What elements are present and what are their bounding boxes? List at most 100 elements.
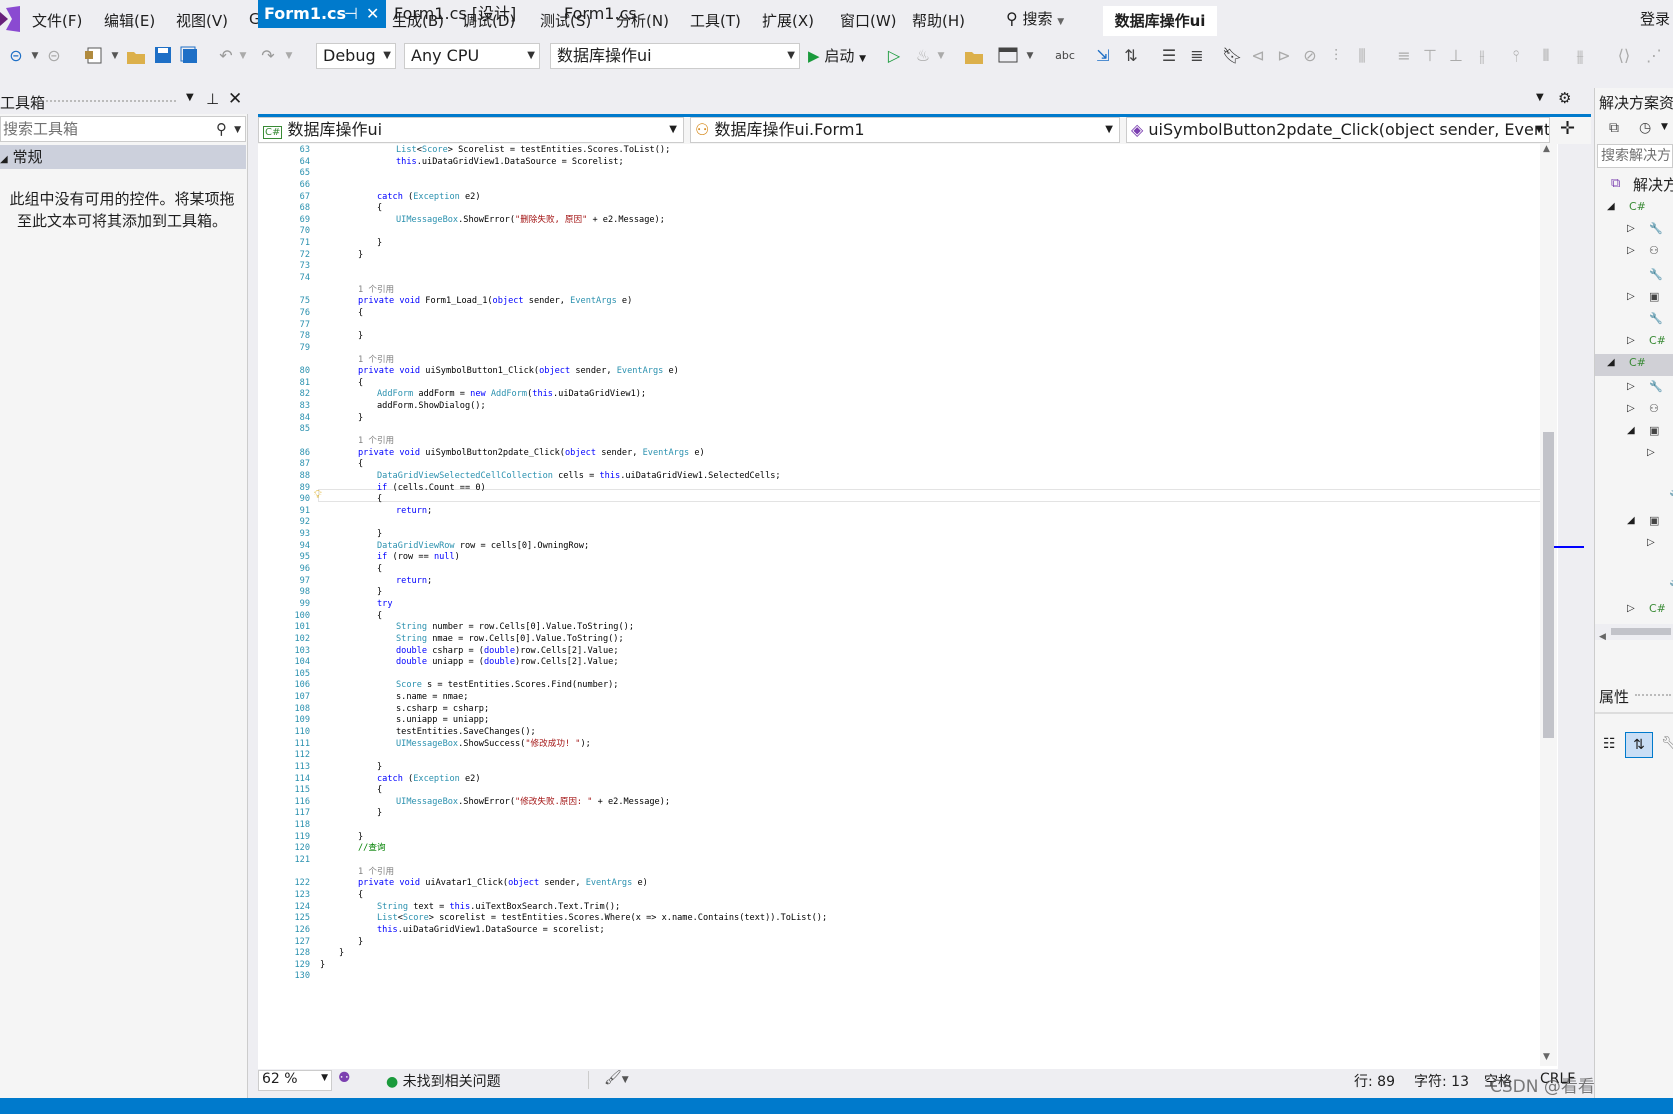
- code-line[interactable]: {: [358, 307, 363, 319]
- align-center-icon[interactable]: ⫼: [1352, 46, 1372, 66]
- expand-triangle-icon[interactable]: ◢: [1627, 515, 1635, 526]
- code-line[interactable]: {: [358, 377, 363, 389]
- code-line[interactable]: return;: [396, 505, 432, 517]
- reference-count-label[interactable]: 1 个引用: [358, 866, 394, 878]
- uncomment-lines-icon[interactable]: ≣: [1186, 46, 1208, 66]
- code-line[interactable]: }: [339, 947, 344, 959]
- menu-item[interactable]: 文件(F): [32, 10, 82, 31]
- solution-tree-node[interactable]: ▷ ⚇: [1595, 400, 1673, 422]
- code-editor[interactable]: [258, 144, 1558, 1078]
- code-line[interactable]: {: [377, 563, 382, 575]
- search-box[interactable]: ⚲ 搜索 ▼: [1006, 8, 1064, 32]
- visual-studio-logo-icon[interactable]: [0, 6, 20, 32]
- chevron-down-icon[interactable]: ▼: [1661, 122, 1668, 132]
- login-link[interactable]: 登录: [1640, 8, 1670, 29]
- menu-item[interactable]: 扩展(X): [762, 10, 814, 31]
- column-indicator[interactable]: 字符: 13: [1414, 1071, 1469, 1091]
- next-bookmark-icon[interactable]: ⊳: [1274, 46, 1294, 66]
- solution-tree-node[interactable]: ◢ ▣: [1595, 422, 1673, 444]
- code-line[interactable]: UIMessageBox.ShowError("删除失败, 原因" + e2.M…: [396, 214, 665, 226]
- code-line[interactable]: private void uiSymbolButton1_Click(objec…: [358, 365, 679, 377]
- menu-item[interactable]: 视图(V): [176, 10, 228, 31]
- code-line[interactable]: DataGridViewSelectedCellCollection cells…: [377, 470, 781, 482]
- sync-icon[interactable]: ⧉: [1609, 120, 1619, 136]
- code-line[interactable]: }: [377, 761, 382, 773]
- spell-check-icon[interactable]: abc: [1054, 46, 1076, 66]
- solution-explorer-folder-icon[interactable]: [964, 46, 986, 66]
- start-without-debugging-icon[interactable]: ▷: [884, 46, 904, 66]
- align-bottom-icon[interactable]: ⊥: [1446, 46, 1466, 66]
- solution-tree-node[interactable]: 🔧: [1595, 488, 1673, 510]
- lightbulb-icon[interactable]: 💡︎: [314, 488, 322, 502]
- tab-form1-design[interactable]: Form1.cs [设计]: [388, 0, 560, 28]
- chevron-down-icon[interactable]: ▼: [30, 46, 40, 66]
- menu-item[interactable]: 编辑(E): [104, 10, 155, 31]
- new-project-icon[interactable]: [84, 46, 106, 66]
- window-layout-icon[interactable]: [998, 46, 1020, 66]
- code-line[interactable]: }: [358, 412, 363, 424]
- expand-triangle-icon[interactable]: ◢: [1607, 201, 1615, 212]
- menu-item[interactable]: 工具(T): [690, 10, 741, 31]
- solution-tree-node[interactable]: ▷: [1595, 534, 1673, 556]
- code-line[interactable]: {: [358, 889, 363, 901]
- split-window-icon[interactable]: ✛: [1560, 118, 1575, 139]
- center-vertical-icon[interactable]: ⫯: [1506, 46, 1526, 66]
- scroll-up-icon[interactable]: ▲: [1543, 144, 1550, 154]
- code-line[interactable]: List<Score> Scorelist = testEntities.Sco…: [396, 144, 670, 156]
- code-line[interactable]: private void Form1_Load_1(object sender,…: [358, 295, 632, 307]
- close-tab-icon[interactable]: ✕: [366, 0, 379, 28]
- code-line[interactable]: AddForm addForm = new AddForm(this.uiDat…: [377, 388, 646, 400]
- solution-search-input[interactable]: 搜索解决方: [1597, 144, 1673, 168]
- code-line[interactable]: try: [377, 598, 393, 610]
- solution-tree-node[interactable]: ◢ C#: [1595, 354, 1673, 376]
- expand-triangle-icon[interactable]: ▷: [1627, 381, 1635, 392]
- tab-list-chevron-icon[interactable]: ▼: [1536, 92, 1544, 103]
- center-horizontal-icon[interactable]: ⫲: [1472, 46, 1492, 66]
- platform-dropdown[interactable]: Any CPU ▼: [404, 43, 540, 69]
- open-folder-icon[interactable]: [126, 46, 148, 66]
- scroll-down-icon[interactable]: ▼: [1543, 1052, 1550, 1062]
- start-button[interactable]: ▶ 启动 ▼: [808, 46, 878, 66]
- align-left-icon[interactable]: ⫶: [1326, 46, 1346, 66]
- code-line[interactable]: if (cells.Count == 0): [377, 482, 486, 494]
- bookmark-icon[interactable]: 🔖︎: [1222, 46, 1242, 66]
- code-line[interactable]: }: [377, 586, 382, 598]
- redo-icon[interactable]: ↷: [258, 46, 278, 66]
- expand-triangle-icon[interactable]: ◢: [1627, 425, 1635, 436]
- code-line[interactable]: }: [358, 831, 363, 843]
- align-right-icon[interactable]: ≡: [1394, 46, 1414, 66]
- code-line[interactable]: {: [377, 202, 382, 214]
- chevron-down-icon[interactable]: ▼: [284, 46, 294, 66]
- code-line[interactable]: DataGridViewRow row = cells[0].OwningRow…: [377, 540, 589, 552]
- save-all-icon[interactable]: [180, 46, 200, 66]
- class-dropdown[interactable]: ⚇ 数据库操作ui.Form1 ▼: [690, 117, 1120, 143]
- expand-triangle-icon[interactable]: ◢: [1607, 357, 1615, 368]
- chevron-down-icon[interactable]: ▼: [936, 46, 946, 66]
- code-line[interactable]: catch (Exception e2): [377, 773, 481, 785]
- reference-count-label[interactable]: 1 个引用: [358, 435, 394, 447]
- code-line[interactable]: List<Score> scorelist = testEntities.Sco…: [377, 912, 827, 924]
- solution-tree-node[interactable]: ▷ 🔧: [1595, 378, 1673, 400]
- toolbox-search-input[interactable]: 搜索工具箱 ⚲ ▼: [0, 116, 246, 142]
- code-line[interactable]: {: [377, 784, 382, 796]
- categorized-icon[interactable]: ☷: [1603, 736, 1616, 752]
- expand-triangle-icon[interactable]: ▷: [1627, 603, 1635, 614]
- step-into-icon[interactable]: ⇲: [1092, 46, 1114, 66]
- more-tools-icon[interactable]: ⋰: [1644, 46, 1664, 66]
- expand-triangle-icon[interactable]: ▷: [1627, 403, 1635, 414]
- code-line[interactable]: return;: [396, 575, 432, 587]
- equal-spacing-icon[interactable]: ⫵: [1570, 46, 1590, 66]
- code-line[interactable]: }: [377, 528, 382, 540]
- code-line[interactable]: testEntities.SaveChanges();: [396, 726, 536, 738]
- settings-gear-icon[interactable]: ⚙: [1558, 89, 1571, 107]
- tab-form1-cs-preview[interactable]: Form1.cs: [564, 0, 694, 28]
- code-line[interactable]: String nmae = row.Cells[0].Value.ToStrin…: [396, 633, 624, 645]
- step-over-icon[interactable]: ⇅: [1120, 46, 1142, 66]
- code-line[interactable]: if (row == null): [377, 551, 460, 563]
- wrench-icon[interactable]: 🔧︎: [1661, 736, 1673, 752]
- tab-form1-cs[interactable]: Form1.cs ⊣ ✕: [258, 0, 386, 28]
- code-line[interactable]: String number = row.Cells[0].Value.ToStr…: [396, 621, 634, 633]
- history-icon[interactable]: ◷: [1639, 120, 1651, 136]
- code-line[interactable]: private void uiAvatar1_Click(object send…: [358, 877, 648, 889]
- code-line[interactable]: }: [358, 249, 363, 261]
